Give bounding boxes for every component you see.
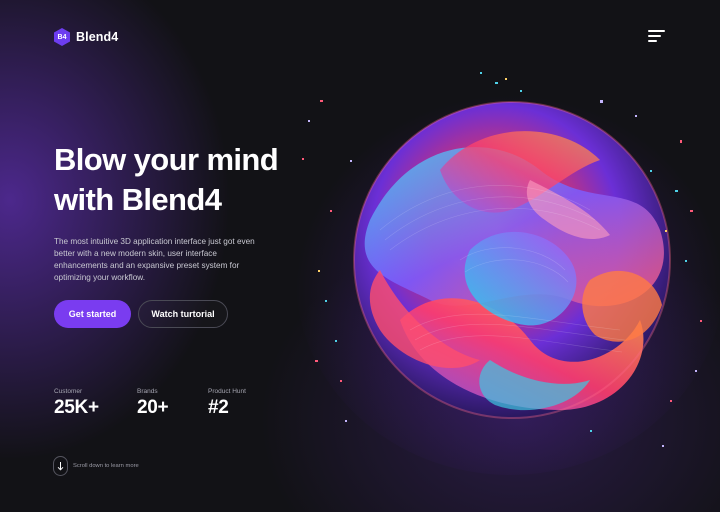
stat-value: #2: [208, 397, 229, 418]
scroll-down-button[interactable]: [53, 456, 68, 476]
logo-text: Blend4: [76, 30, 119, 44]
headline-line-2: with Blend4: [54, 182, 222, 217]
arrow-down-icon: [57, 462, 64, 471]
headline-line-1: Blow your mind: [54, 142, 279, 177]
stat-product-hunt: Product Hunt #2: [208, 388, 246, 419]
stat-value: 25K+: [54, 397, 99, 418]
abstract-3d-sphere-illustration: [295, 72, 720, 475]
stat-label: Product Hunt: [208, 388, 246, 395]
landing-page: B4 Blend4 Blow your mind with Blend4 The…: [0, 0, 720, 512]
stat-label: Brands: [137, 388, 158, 395]
logo[interactable]: B4 Blend4: [54, 28, 118, 46]
logo-badge-icon: B4: [54, 28, 70, 46]
hero-description: The most intuitive 3D application interf…: [54, 237, 255, 282]
stat-label: Customer: [54, 388, 83, 395]
hamburger-menu-icon[interactable]: [648, 29, 666, 43]
watch-tutorial-button[interactable]: Watch turtorial: [138, 300, 228, 328]
stat-value: 20+: [137, 397, 169, 418]
scroll-hint-text: Scroll down to learn more: [73, 463, 139, 469]
get-started-button[interactable]: Get started: [54, 300, 131, 328]
stat-customer: Customer 25K+: [54, 388, 99, 419]
scroll-hint: Scroll down to learn more: [53, 456, 139, 476]
stat-brands: Brands 20+: [137, 388, 169, 419]
